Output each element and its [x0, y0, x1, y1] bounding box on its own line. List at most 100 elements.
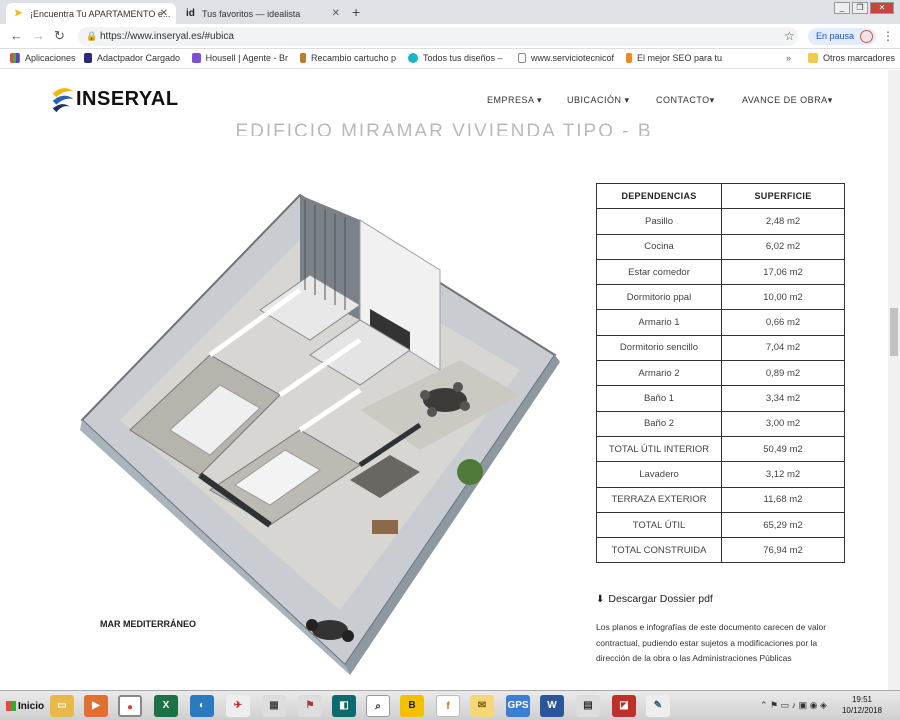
maximize-button[interactable]: ❐ — [852, 2, 868, 14]
taskbar: Inicio ▭ ▶ ● X ◐ ✈ ▦ ⚑ ◧ ⌕ B f ✉ GPS W ▤… — [0, 690, 900, 720]
canva-icon — [408, 53, 418, 63]
url-input[interactable]: 🔒 https://www.inseryal.es/#ubica — [78, 27, 798, 46]
scrollbar-thumb[interactable] — [890, 308, 898, 356]
tab-label: ¡Encuentra Tu APARTAMENTO e... — [30, 8, 171, 19]
close-icon[interactable]: ✕ — [332, 8, 340, 19]
system-tray[interactable]: ⌃ ⚑ ▭ ♪ ▣ ◉ ◈ — [760, 700, 827, 711]
search-icon[interactable]: ⌕ — [366, 695, 390, 717]
surface-cell: 10,00 m2 — [721, 284, 845, 311]
close-icon[interactable]: ✕ — [160, 8, 168, 19]
table-row: Armario 2 0,89 m2 — [596, 360, 845, 387]
chrome-icon[interactable]: ● — [118, 695, 142, 717]
forward-button[interactable]: → — [32, 28, 45, 43]
logo-text: INSERYAL — [76, 87, 179, 110]
apps-icon — [10, 53, 20, 63]
floor-plan-image — [80, 193, 560, 675]
room-name-cell: Dormitorio sencillo — [596, 334, 722, 362]
table-row: Pasillo 2,48 m2 — [596, 208, 845, 235]
tab-inseryal[interactable]: ➤ ¡Encuentra Tu APARTAMENTO e... ✕ — [6, 3, 176, 24]
bookmark-item[interactable]: Recambio cartucho p — [300, 53, 396, 63]
nav-avance-obra[interactable]: AVANCE DE OBRA▾ — [742, 95, 833, 106]
excel-icon[interactable]: X — [154, 695, 178, 717]
bookmark-label: Housell | Agente - Br — [205, 53, 288, 63]
back-button[interactable]: ← — [10, 28, 23, 43]
bookmark-item[interactable]: Aplicaciones — [10, 53, 76, 63]
tab-idealista[interactable]: id Tus favoritos — idealista ✕ — [178, 3, 348, 24]
room-name-cell: Armario 2 — [596, 360, 722, 387]
bookmark-label: Adactpador Cargado — [96, 53, 180, 63]
room-name-cell: Pasillo — [596, 208, 722, 235]
cartridge-icon — [300, 53, 306, 63]
surface-table: DEPENDENCIAS SUPERFICIE Pasillo 2,48 m2 Co… — [596, 182, 845, 564]
gps-icon[interactable]: GPS — [506, 695, 530, 717]
app-icon[interactable]: B — [400, 695, 424, 717]
explorer-icon[interactable]: ▭ — [50, 695, 74, 717]
site-logo[interactable]: INSERYAL — [50, 84, 179, 114]
app-icon[interactable]: ◐ — [190, 695, 214, 717]
download-dossier-label: Descargar Dossier pdf — [608, 593, 713, 605]
profile-label: En pausa — [816, 31, 855, 41]
table-row: TOTAL ÚTIL INTERIOR 50,49 m2 — [596, 435, 845, 463]
new-tab-button[interactable]: + — [352, 4, 360, 20]
bookmark-item[interactable]: Housell | Agente - Br — [192, 53, 288, 63]
tab-label: Tus favoritos — idealista — [202, 8, 301, 19]
app-icon[interactable]: ✈ — [226, 695, 250, 717]
close-window-button[interactable]: ✕ — [870, 2, 894, 14]
address-toolbar: ← → ↻ 🔒 https://www.inseryal.es/#ubica ☆… — [0, 24, 900, 49]
nav-label: CONTACTO — [656, 95, 710, 105]
bookmark-label: Recambio cartucho p — [310, 53, 396, 63]
start-label: Inicio — [18, 700, 45, 712]
clock-time: 19:51 — [851, 695, 873, 704]
bookmark-label: Otros marcadores — [823, 53, 896, 63]
nav-ubicacion[interactable]: UBICACIÓN ▾ — [567, 95, 630, 106]
profile-button[interactable]: En pausa — [808, 28, 877, 45]
other-bookmarks[interactable]: Otros marcadores — [808, 53, 895, 63]
surface-table-body: Pasillo 2,48 m2 Cocina 6,02 m2 Estar comedor… — [596, 208, 845, 564]
idealista-favicon-icon: id — [186, 8, 195, 19]
app-icon[interactable]: ✎ — [646, 695, 670, 717]
surface-cell: 0,66 m2 — [721, 309, 845, 336]
bookmark-star-icon[interactable]: ☆ — [784, 29, 795, 43]
nav-empresa[interactable]: EMPRESA ▾ — [487, 95, 542, 106]
download-icon: ⬇ — [596, 593, 605, 605]
table-row: TOTAL ÚTIL 65,29 m2 — [596, 511, 845, 539]
mail-icon[interactable]: ✉ — [470, 695, 494, 717]
caret-down-icon: ▾ — [624, 95, 630, 105]
surface-cell: 76,94 m2 — [721, 537, 845, 564]
bookmark-label: www.serviciotecnicof — [530, 53, 614, 63]
app-icon[interactable]: f — [436, 695, 460, 717]
bookmark-item[interactable]: El mejor SEO para tu — [626, 53, 722, 63]
word-icon[interactable]: W — [540, 695, 564, 717]
surface-cell: 7,04 m2 — [721, 334, 845, 362]
bookmark-item[interactable]: Todos tus diseños – — [408, 53, 506, 63]
surface-cell: 0,89 m2 — [721, 360, 845, 387]
clock-date: 10/12/2018 — [841, 706, 883, 715]
app-icon[interactable]: ▦ — [262, 695, 286, 717]
app-icon[interactable]: ◧ — [332, 695, 356, 717]
reload-button[interactable]: ↻ — [54, 28, 65, 44]
app-icon[interactable]: ◪ — [612, 695, 636, 717]
bookmark-item[interactable]: www.serviciotecnicof — [518, 53, 614, 63]
media-player-icon[interactable]: ▶ — [84, 695, 108, 717]
surface-cell: 11,68 m2 — [721, 486, 845, 513]
table-row: Baño 1 3,34 m2 — [596, 385, 845, 412]
bookmark-label: El mejor SEO para tu — [636, 53, 722, 63]
menu-icon[interactable]: ⋮ — [882, 29, 894, 43]
room-name-cell: TOTAL ÚTIL INTERIOR — [596, 435, 722, 463]
more-bookmarks-icon[interactable]: » — [786, 53, 791, 63]
minimize-button[interactable]: _ — [834, 2, 850, 14]
app-icon[interactable]: ⚑ — [298, 695, 322, 717]
disclaimer-text: Los planos e infografías de este documen… — [596, 622, 827, 663]
nav-contacto[interactable]: CONTACTO▾ — [656, 95, 715, 106]
room-name-cell: TOTAL ÚTIL — [596, 511, 722, 539]
taskbar-clock[interactable]: 19:51 10/12/2018 — [832, 694, 892, 716]
start-button[interactable]: Inicio — [2, 696, 48, 716]
folder-icon — [808, 53, 818, 63]
page-scrollbar[interactable] — [888, 70, 900, 690]
table-row: Baño 2 3,00 m2 — [596, 410, 845, 437]
download-dossier-link[interactable]: ⬇ Descargar Dossier pdf — [596, 593, 713, 605]
column-header: DEPENDENCIAS — [596, 182, 722, 210]
app-icon[interactable]: ▤ — [576, 695, 600, 717]
nav-label: EMPRESA — [487, 95, 535, 105]
bookmark-item[interactable]: Adactpador Cargado — [84, 53, 180, 63]
